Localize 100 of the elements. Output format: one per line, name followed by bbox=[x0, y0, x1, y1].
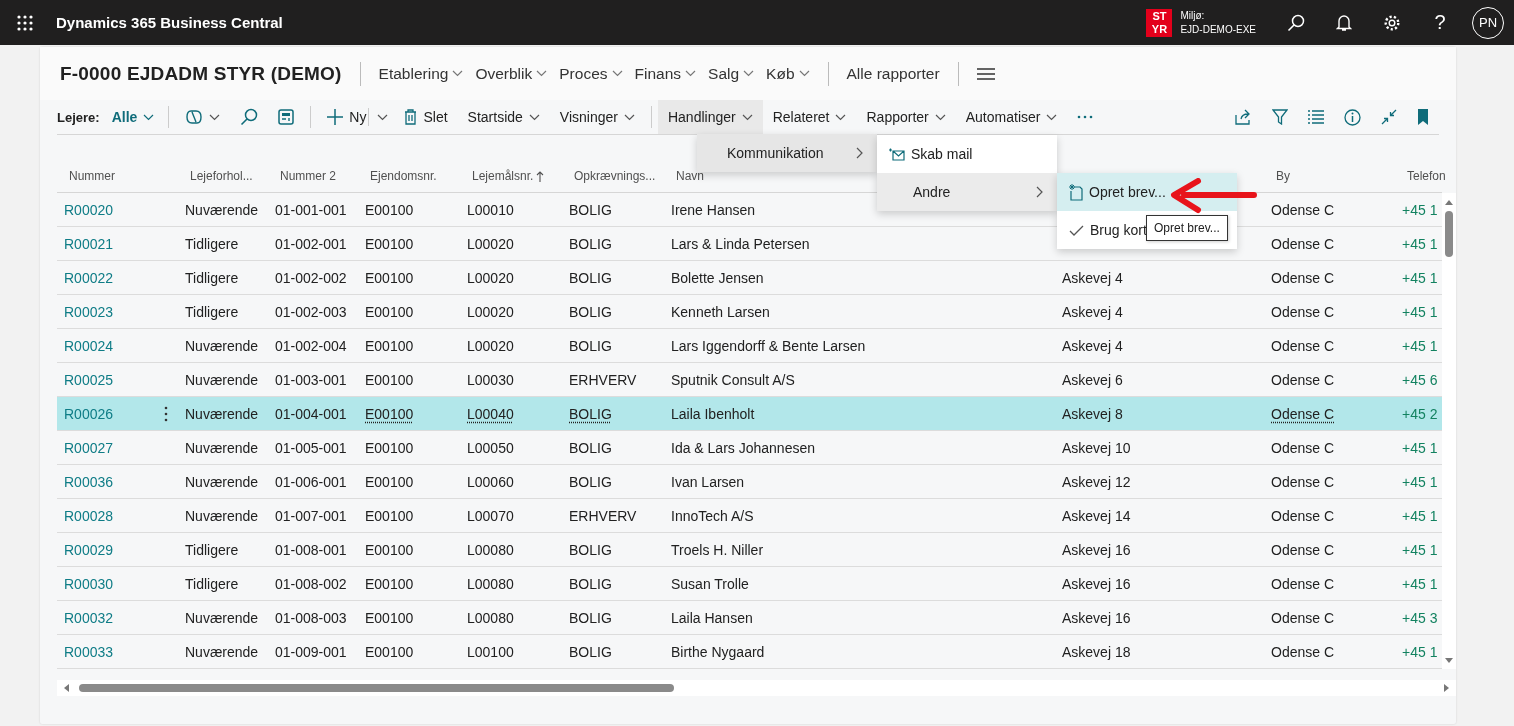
table-row[interactable]: R00036 Nuværende 01-006-001 E00100 L00060 BOLIG Ivan Larsen Askevej 12 Odense C +45 1 bbox=[57, 465, 1442, 499]
record-link[interactable]: R00028 bbox=[64, 507, 114, 524]
menu-item[interactable]: Andre bbox=[877, 173, 1057, 211]
phone-link[interactable]: +45 6 bbox=[1402, 371, 1438, 388]
table-cell: Nuværende bbox=[185, 643, 259, 660]
table-cell: Askevej 4 bbox=[1062, 269, 1123, 286]
column-header[interactable]: Lejemålsnr. bbox=[466, 169, 534, 183]
vertical-scrollbar[interactable] bbox=[1442, 193, 1456, 669]
table-cell: E00100 bbox=[365, 269, 414, 286]
table-row[interactable]: R00027 Nuværende 01-005-001 E00100 L00050 BOLIG Ida & Lars Johannesen Askevej 10 Odense C +45 1 bbox=[57, 431, 1442, 465]
table-row[interactable]: R00033 Nuværende 01-009-001 E00100 L00100 BOLIG Birthe Nygaard Askevej 18 Odense C +45 1 bbox=[57, 635, 1442, 669]
table-row[interactable]: R00023 Tidligere 01-002-003 E00100 L00020 BOLIG Kenneth Larsen Askevej 4 Odense C +45 1 bbox=[57, 295, 1442, 329]
nav-menu[interactable]: Overblik bbox=[469, 60, 554, 87]
action-menu[interactable]: Relateret bbox=[762, 100, 857, 134]
table-cell: E00100 bbox=[365, 303, 414, 320]
table-row[interactable]: R00032 Nuværende 01-008-003 E00100 L00080 BOLIG Laila Hansen Askevej 16 Odense C +45 3 bbox=[57, 601, 1442, 635]
record-link[interactable]: R00030 bbox=[64, 575, 114, 592]
table-cell: BOLIG bbox=[569, 201, 612, 218]
table-cell: Askevej 8 bbox=[1062, 405, 1123, 422]
table-cell: 01-004-001 bbox=[275, 405, 347, 422]
action-menu[interactable]: Handlinger bbox=[657, 100, 763, 134]
mail-add-icon bbox=[889, 147, 905, 161]
table-cell: BOLIG bbox=[569, 235, 612, 252]
table-cell: L00020 bbox=[467, 269, 514, 286]
phone-link[interactable]: +45 1 bbox=[1402, 507, 1438, 524]
help-button[interactable]: ? bbox=[1416, 0, 1464, 45]
record-link[interactable]: R00024 bbox=[64, 337, 114, 354]
table-cell: L00020 bbox=[467, 337, 514, 354]
table-cell: InnoTech A/S bbox=[671, 507, 754, 524]
phone-link[interactable]: +45 1 bbox=[1402, 473, 1438, 490]
table-cell: BOLIG bbox=[569, 303, 612, 320]
record-link[interactable]: R00033 bbox=[64, 643, 114, 660]
table-row[interactable]: R00022 Tidligere 01-002-002 E00100 L00020 BOLIG Bolette Jensen Askevej 4 Odense C +45 1 bbox=[57, 261, 1442, 295]
menu-item[interactable]: Skab mail bbox=[877, 135, 1057, 173]
table-cell: E00100 bbox=[365, 575, 414, 592]
table-cell: 01-008-003 bbox=[275, 609, 347, 626]
column-header[interactable]: Nummer bbox=[63, 169, 115, 183]
record-link[interactable]: R00026 bbox=[64, 405, 114, 422]
table-cell: Nuværende bbox=[185, 507, 259, 524]
action-menu[interactable]: Startside bbox=[457, 100, 550, 134]
table-cell: Odense C bbox=[1271, 609, 1335, 626]
phone-link[interactable]: +45 1 bbox=[1402, 303, 1438, 320]
filter-dropdown[interactable]: Alle bbox=[111, 100, 163, 134]
table-cell: Askevej 16 bbox=[1062, 575, 1131, 592]
nav-menu[interactable]: Proces bbox=[553, 60, 629, 87]
table-cell: BOLIG bbox=[569, 269, 612, 286]
phone-link[interactable]: +45 3 bbox=[1402, 609, 1438, 626]
delete-button[interactable]: Slet bbox=[394, 100, 458, 134]
table-cell: E00100 bbox=[365, 643, 414, 660]
menu-item[interactable]: Opret brev... bbox=[1057, 173, 1237, 211]
new-button[interactable]: Ny bbox=[317, 100, 367, 134]
phone-link[interactable]: +45 1 bbox=[1402, 235, 1438, 252]
action-menu[interactable]: Automatiser bbox=[955, 100, 1068, 134]
record-link[interactable]: R00021 bbox=[64, 235, 114, 252]
column-header[interactable]: Nummer 2 bbox=[274, 169, 336, 183]
horizontal-scrollbar[interactable] bbox=[57, 680, 1456, 696]
action-menu[interactable]: Rapporter bbox=[856, 100, 956, 134]
column-header[interactable]: Lejeforhol... bbox=[184, 169, 253, 183]
record-link[interactable]: R00027 bbox=[64, 439, 114, 456]
table-cell: Askevej 18 bbox=[1062, 643, 1131, 660]
table-row[interactable]: R00026 Nuværende 01-004-001 E00100 L00040 BOLIG Laila Ibenholt Askevej 8 Odense C +45 2 bbox=[57, 397, 1442, 431]
column-header[interactable]: Ejendomsnr. bbox=[364, 169, 437, 183]
table-row[interactable]: R00028 Nuværende 01-007-001 E00100 L00070 ERHVERV InnoTech A/S Askevej 14 Odense C +45 1 bbox=[57, 499, 1442, 533]
table-cell: Odense C bbox=[1271, 643, 1335, 660]
nav-menu[interactable]: Etablering bbox=[372, 60, 470, 87]
phone-link[interactable]: +45 1 bbox=[1402, 541, 1438, 558]
phone-link[interactable]: +45 2 bbox=[1402, 405, 1438, 422]
nav-menu[interactable]: Køb bbox=[760, 60, 816, 87]
action-menu[interactable]: Visninger bbox=[549, 100, 645, 134]
column-header[interactable]: Navn bbox=[670, 169, 704, 183]
column-header[interactable]: By bbox=[1270, 169, 1290, 183]
table-cell: Troels H. Niller bbox=[671, 541, 764, 558]
row-menu-button[interactable] bbox=[164, 405, 168, 422]
phone-link[interactable]: +45 1 bbox=[1402, 201, 1438, 218]
table-cell: E00100 bbox=[365, 541, 414, 558]
phone-link[interactable]: +45 1 bbox=[1402, 439, 1438, 456]
phone-link[interactable]: +45 1 bbox=[1402, 337, 1438, 354]
column-header[interactable]: Opkrævnings... bbox=[568, 169, 656, 183]
record-link[interactable]: R00020 bbox=[64, 201, 114, 218]
table-cell: Odense C bbox=[1271, 405, 1335, 422]
column-header[interactable]: Telefon bbox=[1401, 169, 1446, 183]
table-cell: BOLIG bbox=[569, 609, 612, 626]
phone-link[interactable]: +45 1 bbox=[1402, 643, 1438, 660]
record-link[interactable]: R00023 bbox=[64, 303, 114, 320]
nav-menu[interactable]: Finans bbox=[628, 60, 703, 87]
table-row[interactable]: R00024 Nuværende 01-002-004 E00100 L00020 BOLIG Lars Iggendorff & Bente Larsen Askevej 4 Odense C +45 1 bbox=[57, 329, 1442, 363]
record-link[interactable]: R00022 bbox=[64, 269, 114, 286]
table-row[interactable]: R00030 Tidligere 01-008-002 E00100 L00080 BOLIG Susan Trolle Askevej 16 Odense C +45 1 bbox=[57, 567, 1442, 601]
menu-item[interactable]: Kommunikation bbox=[697, 134, 877, 172]
record-link[interactable]: R00029 bbox=[64, 541, 114, 558]
record-link[interactable]: R00025 bbox=[64, 371, 114, 388]
nav-menu[interactable]: Salg bbox=[702, 60, 761, 87]
record-link[interactable]: R00036 bbox=[64, 473, 114, 490]
table-row[interactable]: R00029 Tidligere 01-008-001 E00100 L00080 BOLIG Troels H. Niller Askevej 16 Odense C +45 1 bbox=[57, 533, 1442, 567]
record-link[interactable]: R00032 bbox=[64, 609, 114, 626]
phone-link[interactable]: +45 1 bbox=[1402, 269, 1438, 286]
reports-link[interactable]: Alle rapporter bbox=[840, 60, 946, 87]
table-cell: Askevej 6 bbox=[1062, 371, 1123, 388]
environment-badge: ST YR bbox=[1146, 8, 1173, 37]
phone-link[interactable]: +45 1 bbox=[1402, 575, 1438, 592]
